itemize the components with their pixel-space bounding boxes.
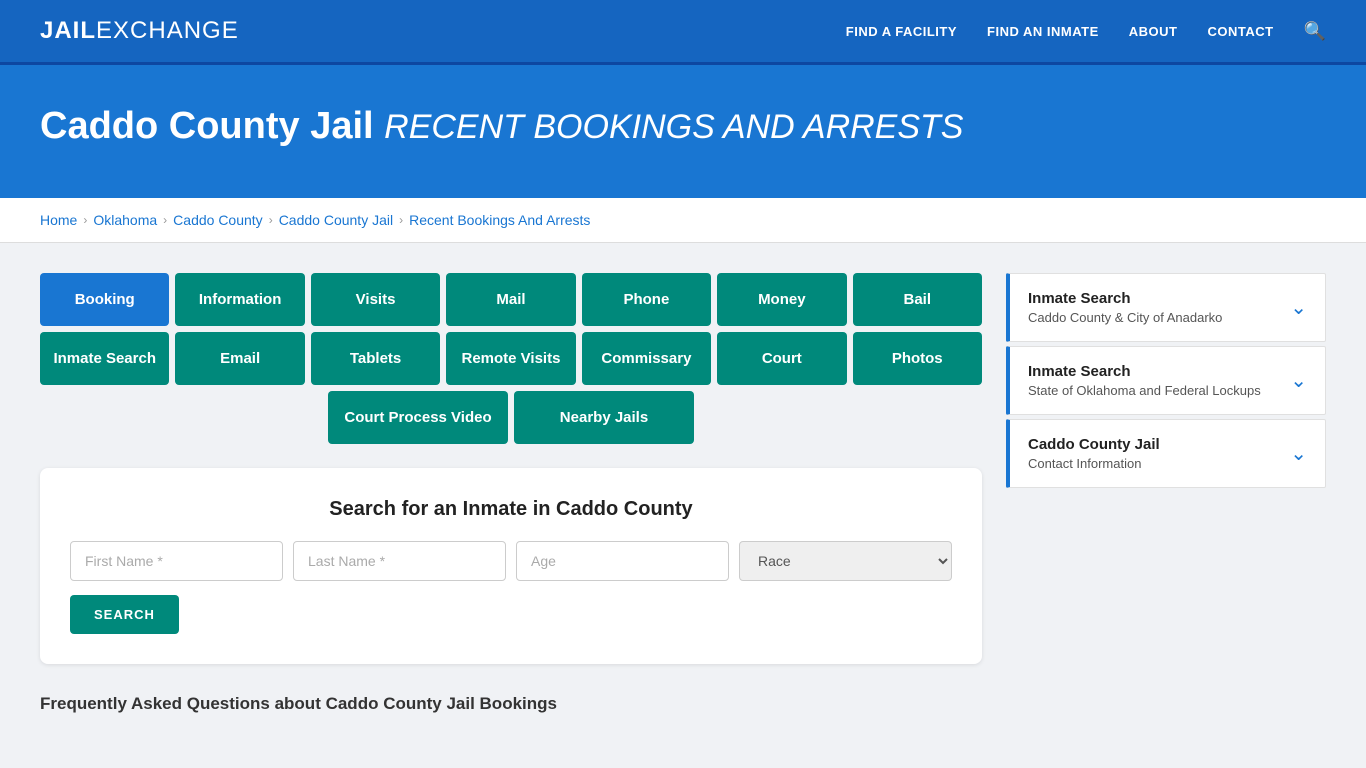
nav-about[interactable]: ABOUT bbox=[1129, 24, 1178, 39]
sidebar: Inmate Search Caddo County & City of Ana… bbox=[1006, 273, 1326, 492]
page-title: Caddo County Jail RECENT BOOKINGS AND AR… bbox=[40, 105, 1326, 148]
sidebar-item-2[interactable]: Inmate Search State of Oklahoma and Fede… bbox=[1006, 346, 1326, 415]
main-nav: FIND A FACILITY FIND AN INMATE ABOUT CON… bbox=[846, 21, 1326, 42]
nav-find-facility[interactable]: FIND A FACILITY bbox=[846, 24, 957, 39]
sidebar-item-text-3: Caddo County Jail Contact Information bbox=[1028, 436, 1160, 471]
sidebar-heading-2: Inmate Search bbox=[1028, 363, 1261, 380]
breadcrumb-caddo-jail[interactable]: Caddo County Jail bbox=[279, 212, 393, 228]
age-input[interactable] bbox=[516, 541, 729, 581]
search-button[interactable]: SEARCH bbox=[70, 595, 179, 634]
hero-section: Caddo County Jail RECENT BOOKINGS AND AR… bbox=[0, 65, 1366, 198]
breadcrumb-sep-1: › bbox=[83, 213, 87, 227]
hero-title-sub: RECENT BOOKINGS AND ARRESTS bbox=[384, 108, 963, 146]
hero-title-main: Caddo County Jail bbox=[40, 105, 374, 147]
sidebar-item-text-1: Inmate Search Caddo County & City of Ana… bbox=[1028, 290, 1222, 325]
sidebar-sub-2: State of Oklahoma and Federal Lockups bbox=[1028, 383, 1261, 398]
btn-bail[interactable]: Bail bbox=[853, 273, 982, 326]
btn-mail[interactable]: Mail bbox=[446, 273, 575, 326]
breadcrumb-sep-2: › bbox=[163, 213, 167, 227]
btn-court[interactable]: Court bbox=[717, 332, 846, 385]
main-content: Booking Information Visits Mail Phone Mo… bbox=[0, 243, 1366, 744]
content-left: Booking Information Visits Mail Phone Mo… bbox=[40, 273, 982, 714]
sidebar-item-3[interactable]: Caddo County Jail Contact Information ⌄ bbox=[1006, 419, 1326, 488]
breadcrumb-caddo-county[interactable]: Caddo County bbox=[173, 212, 263, 228]
sidebar-item-1[interactable]: Inmate Search Caddo County & City of Ana… bbox=[1006, 273, 1326, 342]
search-fields: Race White Black Hispanic Asian Other bbox=[70, 541, 952, 581]
sidebar-sub-3: Contact Information bbox=[1028, 456, 1160, 471]
nav-contact[interactable]: CONTACT bbox=[1207, 24, 1273, 39]
btn-photos[interactable]: Photos bbox=[853, 332, 982, 385]
btn-row-2: Inmate Search Email Tablets Remote Visit… bbox=[40, 332, 982, 385]
btn-nearby-jails[interactable]: Nearby Jails bbox=[514, 391, 694, 444]
breadcrumb-sep-4: › bbox=[399, 213, 403, 227]
btn-remote-visits[interactable]: Remote Visits bbox=[446, 332, 575, 385]
inmate-search-card: Search for an Inmate in Caddo County Rac… bbox=[40, 468, 982, 664]
breadcrumb-home[interactable]: Home bbox=[40, 212, 77, 228]
btn-commissary[interactable]: Commissary bbox=[582, 332, 711, 385]
btn-email[interactable]: Email bbox=[175, 332, 304, 385]
btn-inmate-search[interactable]: Inmate Search bbox=[40, 332, 169, 385]
chevron-down-icon-3: ⌄ bbox=[1290, 441, 1307, 466]
last-name-input[interactable] bbox=[293, 541, 506, 581]
chevron-down-icon-2: ⌄ bbox=[1290, 368, 1307, 393]
nav-find-inmate[interactable]: FIND AN INMATE bbox=[987, 24, 1099, 39]
breadcrumb: Home › Oklahoma › Caddo County › Caddo C… bbox=[40, 212, 1326, 228]
sidebar-heading-1: Inmate Search bbox=[1028, 290, 1222, 307]
race-select[interactable]: Race White Black Hispanic Asian Other bbox=[739, 541, 952, 581]
btn-court-process-video[interactable]: Court Process Video bbox=[328, 391, 508, 444]
btn-row-1: Booking Information Visits Mail Phone Mo… bbox=[40, 273, 982, 326]
btn-tablets[interactable]: Tablets bbox=[311, 332, 440, 385]
chevron-down-icon-1: ⌄ bbox=[1290, 295, 1307, 320]
logo[interactable]: JAILEXCHANGE bbox=[40, 17, 239, 45]
btn-booking[interactable]: Booking bbox=[40, 273, 169, 326]
sidebar-sub-1: Caddo County & City of Anadarko bbox=[1028, 310, 1222, 325]
btn-information[interactable]: Information bbox=[175, 273, 304, 326]
sidebar-item-text-2: Inmate Search State of Oklahoma and Fede… bbox=[1028, 363, 1261, 398]
btn-visits[interactable]: Visits bbox=[311, 273, 440, 326]
search-icon-button[interactable]: 🔍 bbox=[1304, 21, 1326, 42]
first-name-input[interactable] bbox=[70, 541, 283, 581]
logo-jail: JAIL bbox=[40, 17, 96, 45]
breadcrumb-bar: Home › Oklahoma › Caddo County › Caddo C… bbox=[0, 198, 1366, 243]
breadcrumb-current: Recent Bookings And Arrests bbox=[409, 212, 590, 228]
header: JAILEXCHANGE FIND A FACILITY FIND AN INM… bbox=[0, 0, 1366, 65]
btn-phone[interactable]: Phone bbox=[582, 273, 711, 326]
sidebar-heading-3: Caddo County Jail bbox=[1028, 436, 1160, 453]
btn-money[interactable]: Money bbox=[717, 273, 846, 326]
breadcrumb-oklahoma[interactable]: Oklahoma bbox=[93, 212, 157, 228]
faq-title: Frequently Asked Questions about Caddo C… bbox=[40, 694, 982, 714]
category-buttons: Booking Information Visits Mail Phone Mo… bbox=[40, 273, 982, 444]
logo-exchange: EXCHANGE bbox=[96, 17, 239, 45]
search-card-title: Search for an Inmate in Caddo County bbox=[70, 498, 952, 521]
breadcrumb-sep-3: › bbox=[269, 213, 273, 227]
btn-row-3: Court Process Video Nearby Jails bbox=[40, 391, 982, 444]
